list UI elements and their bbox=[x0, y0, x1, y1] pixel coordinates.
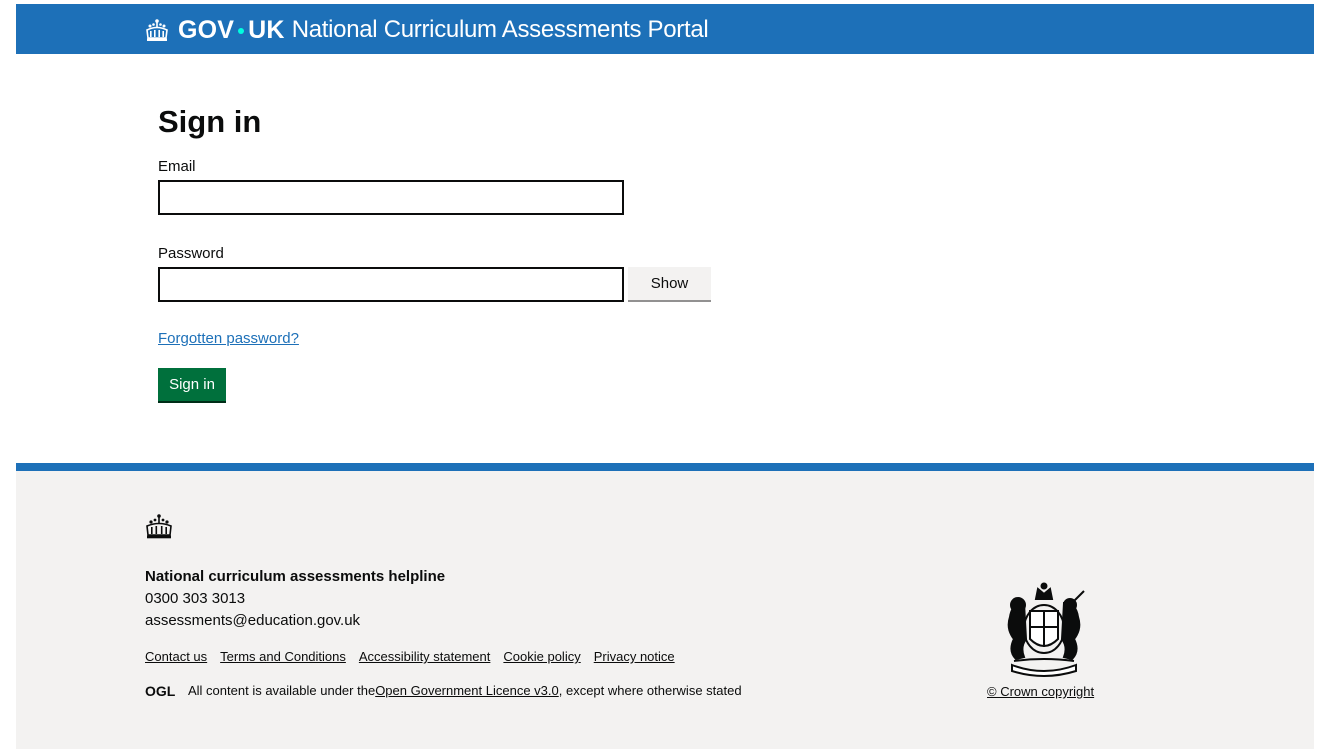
licence-prefix: All content is available under the bbox=[188, 683, 376, 698]
licence-suffix: , except where otherwise stated bbox=[558, 683, 742, 698]
ogl-logo-text: OGL bbox=[145, 684, 176, 697]
ogl-icon: OGL bbox=[145, 684, 176, 697]
email-input[interactable] bbox=[158, 180, 624, 215]
password-label: Password bbox=[158, 245, 224, 262]
helpline-title: National curriculum assessments helpline bbox=[145, 568, 446, 585]
licence-row: OGL All content is available under the O… bbox=[145, 683, 742, 698]
forgotten-password-link[interactable]: Forgotten password? bbox=[158, 330, 299, 347]
service-name[interactable]: National Curriculum Assessments Portal bbox=[292, 16, 709, 44]
terms-link[interactable]: Terms and Conditions bbox=[220, 649, 346, 664]
open-government-licence-link[interactable]: Open Government Licence v3.0 bbox=[375, 683, 559, 698]
cookie-policy-link[interactable]: Cookie policy bbox=[503, 649, 580, 664]
sign-in-button[interactable]: Sign in bbox=[158, 368, 226, 403]
password-input[interactable] bbox=[158, 267, 624, 302]
privacy-notice-link[interactable]: Privacy notice bbox=[594, 649, 675, 664]
crown-icon bbox=[146, 514, 172, 539]
accessibility-link[interactable]: Accessibility statement bbox=[359, 649, 491, 664]
crown-copyright-link[interactable]: © Crown copyright bbox=[987, 684, 1094, 699]
header-logo-link[interactable]: GOV UK National Curriculum Assessments P… bbox=[144, 13, 709, 47]
helpline-phone: 0300 303 3013 bbox=[145, 590, 246, 607]
footer-links: Contact us Terms and Conditions Accessib… bbox=[145, 649, 675, 664]
logotype-uk: UK bbox=[248, 15, 285, 44]
royal-coat-of-arms-icon bbox=[1007, 582, 1085, 677]
logotype-dot bbox=[238, 28, 245, 34]
email-label: Email bbox=[158, 158, 196, 175]
site-header: GOV UK National Curriculum Assessments P… bbox=[16, 4, 1314, 54]
site-footer: National curriculum assessments helpline… bbox=[16, 463, 1314, 749]
show-password-button[interactable]: Show bbox=[628, 267, 711, 302]
page-title: Sign in bbox=[158, 104, 262, 139]
contact-us-link[interactable]: Contact us bbox=[145, 649, 207, 664]
govuk-logotype: GOV UK bbox=[178, 16, 285, 45]
helpline-email: assessments@education.gov.uk bbox=[145, 612, 361, 629]
crown-icon bbox=[146, 19, 168, 41]
logotype-gov: GOV bbox=[178, 15, 235, 44]
